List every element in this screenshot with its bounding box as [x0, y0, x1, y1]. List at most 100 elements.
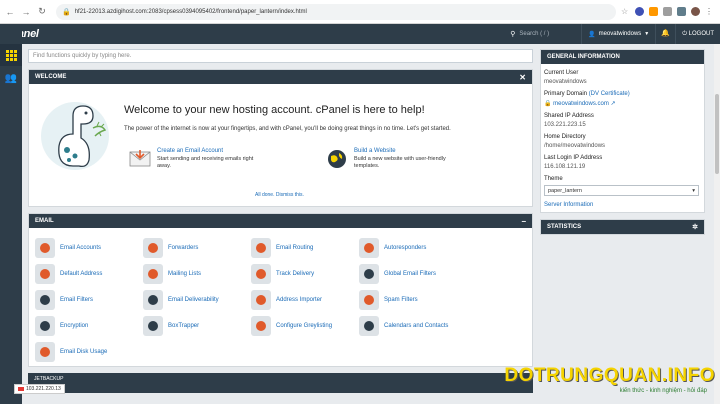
dismiss-link[interactable]: All done. Dismiss this.: [255, 192, 304, 198]
home-dir-value: /home/meovatwindows: [544, 143, 606, 149]
user-menu[interactable]: 👤 meovatwindows ▼: [581, 24, 655, 44]
email-tool-item[interactable]: Default Address: [35, 264, 102, 284]
username: meovatwindows: [598, 31, 642, 37]
dinosaur-illustration: [41, 102, 109, 170]
theme-label: Theme: [544, 176, 563, 182]
general-info-header: GENERAL INFORMATION: [541, 50, 704, 64]
email-tool-item[interactable]: BoxTrapper: [143, 316, 199, 336]
email-tool-item[interactable]: Email Filters: [35, 290, 93, 310]
welcome-panel: WELCOME ✕ Welcome to your new hosting ac…: [28, 69, 533, 207]
spinner-icon: ✲: [692, 224, 698, 231]
email-tool-label: Email Disk Usage: [60, 349, 108, 355]
email-deliverability-icon: [143, 290, 163, 310]
forward-icon[interactable]: →: [20, 6, 32, 18]
welcome-subtitle: The power of the internet is now at your…: [124, 126, 451, 132]
user-icon: 👤: [588, 31, 596, 38]
email-tool-item[interactable]: Spam Filters: [359, 290, 418, 310]
extension-icon[interactable]: [649, 7, 658, 16]
search-icon: ⚲: [510, 31, 516, 38]
statistics-title: STATISTICS: [547, 224, 582, 230]
email-tool-label: Default Address: [60, 271, 103, 277]
boxtrapper-icon: [143, 316, 163, 336]
bell-icon[interactable]: 🔔: [655, 24, 675, 44]
email-tool-label: Mailing Lists: [168, 271, 202, 277]
back-icon[interactable]: ←: [4, 6, 16, 18]
email-tool-item[interactable]: Configure Greylisting: [251, 316, 332, 336]
theme-select[interactable]: paper_lantern ▾: [544, 185, 699, 196]
email-tool-item[interactable]: Calendars and Contacts: [359, 316, 448, 336]
email-header[interactable]: EMAIL −: [29, 214, 532, 228]
email-tool-label: Configure Greylisting: [276, 323, 333, 329]
chevron-down-icon: ▾: [692, 187, 695, 194]
email-filters-icon: [35, 290, 55, 310]
email-tool-item[interactable]: Email Deliverability: [143, 290, 219, 310]
email-tool-item[interactable]: Email Routing: [251, 238, 313, 258]
reload-icon[interactable]: ↻: [36, 6, 48, 18]
right-column: GENERAL INFORMATION Current User meovatw…: [540, 49, 705, 235]
profile-avatar[interactable]: [691, 7, 700, 16]
statistics-header[interactable]: STATISTICS ✲: [541, 220, 704, 234]
envelope-icon: [129, 150, 151, 167]
jetbackup-header[interactable]: JETBACKUP: [28, 373, 533, 393]
forwarders-icon: [143, 238, 163, 258]
create-email-title[interactable]: Create an Email Account: [157, 148, 267, 154]
extension-icon[interactable]: [663, 7, 672, 16]
email-title-label: EMAIL: [35, 218, 54, 224]
extension-icon[interactable]: [677, 7, 686, 16]
users-icon[interactable]: 👥: [0, 70, 22, 86]
external-link-icon: ↗: [610, 101, 616, 107]
email-tool-item[interactable]: Email Disk Usage: [35, 342, 107, 362]
email-tool-label: Spam Filters: [384, 297, 418, 303]
create-email-link[interactable]: Create an Email Account Start sending an…: [129, 148, 267, 170]
star-icon[interactable]: ☆: [621, 7, 630, 16]
general-info-title: GENERAL INFORMATION: [547, 54, 620, 60]
search-input[interactable]: Find functions quickly by typing here.: [28, 49, 533, 63]
last-login-value: 116.108.121.19: [544, 164, 586, 170]
menu-icon[interactable]: ⋮: [705, 7, 714, 16]
email-tool-item[interactable]: Autoresponders: [359, 238, 426, 258]
build-website-title[interactable]: Build a Website: [354, 148, 464, 154]
watermark-subtitle: kiến thức - kinh nghiệm - hỏi đáp: [619, 388, 707, 394]
primary-domain-value[interactable]: 🔒 meovatwindows.com ↗: [544, 100, 701, 107]
extension-icon[interactable]: [635, 7, 644, 16]
autoresponders-icon: [359, 238, 379, 258]
address-importer-icon: [251, 290, 271, 310]
email-tool-item[interactable]: Mailing Lists: [143, 264, 201, 284]
topbar-search[interactable]: ⚲ Search ( / ): [510, 30, 549, 38]
cpanel-topbar: cPanel ⚲ Search ( / ) 👤 meovatwindows ▼ …: [0, 24, 720, 44]
theme-value: paper_lantern: [548, 187, 582, 194]
url-text: hf21-22013.azdigihost.com:2083/cpsess039…: [74, 8, 307, 15]
email-tool-label: Email Routing: [276, 245, 314, 251]
build-website-desc: Build a new website with user-friendly t…: [354, 156, 446, 169]
email-routing-icon: [251, 238, 271, 258]
email-tool-label: Forwarders: [168, 245, 199, 251]
email-panel: EMAIL − Email Accounts Forwarders Email Ro…: [28, 213, 533, 367]
ip-tag: 103.221.220.13: [14, 384, 65, 394]
spam-filters-icon: [359, 290, 379, 310]
email-tool-item[interactable]: Encryption: [35, 316, 88, 336]
build-website-link[interactable]: Build a Website Build a new website with…: [326, 148, 464, 170]
email-tool-item[interactable]: Forwarders: [143, 238, 198, 258]
home-grid-icon[interactable]: [0, 44, 22, 66]
email-tool-label: BoxTrapper: [168, 323, 200, 329]
scrollbar-thumb[interactable]: [715, 94, 719, 174]
dv-certificate-link[interactable]: (DV Certificate): [589, 91, 630, 97]
shared-ip-value: 103.221.223.15: [544, 122, 586, 128]
email-tool-item[interactable]: Global Email Filters: [359, 264, 436, 284]
email-tool-item[interactable]: Track Delivery: [251, 264, 314, 284]
logout-button[interactable]: ⏻ LOGOUT: [675, 24, 720, 44]
server-info-link[interactable]: Server Information: [544, 202, 701, 208]
scrollbar[interactable]: [714, 44, 720, 404]
email-accounts-icon: [35, 238, 55, 258]
email-tool-item[interactable]: Address Importer: [251, 290, 322, 310]
email-tool-label: Email Filters: [60, 297, 94, 303]
encryption-icon: [35, 316, 55, 336]
close-icon[interactable]: ✕: [519, 73, 526, 82]
chevron-down-icon: ▼: [644, 31, 650, 37]
shared-ip-label: Shared IP Address: [544, 113, 594, 119]
address-bar[interactable]: 🔒 hf21-22013.azdigihost.com:2083/cpsess0…: [56, 3, 616, 20]
email-disk-usage-icon: [35, 342, 55, 362]
email-tool-item[interactable]: Email Accounts: [35, 238, 101, 258]
collapse-icon[interactable]: −: [521, 217, 526, 226]
lock-icon: 🔒: [62, 8, 71, 16]
